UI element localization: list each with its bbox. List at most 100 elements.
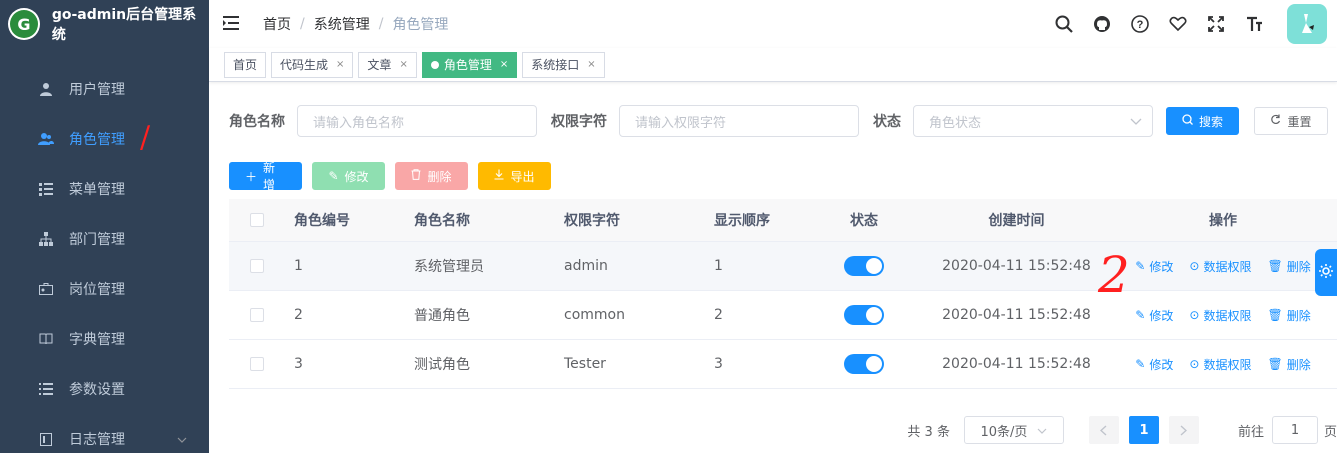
sidebar-item-label: 参数设置	[69, 382, 125, 398]
header-tools: ?	[1045, 0, 1337, 48]
column-header[interactable]: 显示顺序	[714, 210, 804, 230]
status-select[interactable]: 角色状态	[913, 105, 1153, 137]
fullscreen-icon[interactable]	[1197, 16, 1235, 32]
row-checkbox[interactable]	[250, 259, 264, 273]
data-scope-link-label: 数据权限	[1203, 259, 1252, 274]
hamburger-icon[interactable]	[223, 14, 263, 35]
data-scope-link[interactable]: ⊙ 数据权限	[1189, 307, 1251, 324]
breadcrumb-item-system[interactable]: 系统管理	[314, 14, 370, 34]
add-button[interactable]: ＋ 新增	[229, 161, 302, 192]
reset-button[interactable]: 重置	[1254, 107, 1328, 135]
search-button[interactable]: 搜索	[1166, 107, 1239, 135]
role-id: 3	[294, 356, 303, 372]
check-circle-icon: ⊙	[1189, 308, 1200, 322]
page-size-select[interactable]: 10条/页	[963, 416, 1064, 444]
chevron-down-icon	[1037, 423, 1047, 438]
sidebar: G go-admin后台管理系统 用户管理 角色管理 / 菜单管理 部门管理 岗…	[0, 0, 209, 453]
table-row[interactable]: 1 系统管理员 admin 1 2020-04-11 15:52:48 ✎ 修改 …	[229, 242, 1337, 291]
sidebar-item-log[interactable]: 日志管理	[0, 414, 209, 464]
status-cell	[804, 305, 924, 325]
delete-link[interactable]: 🗑︎ 删除	[1267, 258, 1310, 275]
breadcrumb-item-home[interactable]: 首页	[263, 14, 291, 34]
table-row[interactable]: 2 普通角色 common 2 2020-04-11 15:52:48 ✎ 修改 …	[229, 291, 1337, 340]
row-actions: ✎ 修改 ⊙ 数据权限 🗑︎ 删除	[1109, 356, 1337, 373]
row-checkbox[interactable]	[250, 308, 264, 322]
next-page-button[interactable]	[1168, 416, 1199, 444]
pagination: 共 3 条 10条/页 1 前往 1 页	[907, 416, 1337, 444]
column-header[interactable]: 权限字符	[564, 210, 714, 230]
close-icon[interactable]: ×	[336, 53, 344, 77]
avatar[interactable]	[1287, 4, 1327, 44]
column-header[interactable]: 状态	[804, 210, 924, 230]
tag-role[interactable]: 角色管理 ×	[421, 51, 518, 78]
export-button[interactable]: 导出	[478, 162, 551, 190]
help-icon[interactable]: ?	[1121, 15, 1159, 33]
status-cell	[804, 354, 924, 374]
role-name-label: 角色名称	[229, 114, 285, 130]
logo-bar[interactable]: G go-admin后台管理系统	[0, 0, 209, 48]
heart-icon[interactable]	[1159, 16, 1197, 32]
status-switch[interactable]	[844, 256, 884, 276]
row-select-cell	[229, 259, 294, 273]
check-circle-icon: ⊙	[1189, 357, 1200, 371]
tag-codegen[interactable]: 代码生成 ×	[271, 51, 354, 78]
role-key: common	[564, 307, 625, 323]
trash-icon: 🗑︎	[1267, 357, 1283, 371]
edit-link[interactable]: ✎ 修改	[1135, 356, 1173, 373]
sidebar-item-post[interactable]: 岗位管理	[0, 264, 209, 314]
search-icon[interactable]	[1045, 15, 1083, 33]
sidebar-item-label: 字典管理	[69, 332, 125, 348]
role-name: 测试角色	[414, 357, 470, 373]
edit-button[interactable]: ✎ 修改	[312, 162, 385, 190]
table-row[interactable]: 3 测试角色 Tester 3 2020-04-11 15:52:48 ✎ 修改 …	[229, 340, 1337, 389]
search-form: 角色名称 请输入角色名称 权限字符 请输入权限字符 状态 角色状态 搜索 重置	[229, 105, 1328, 137]
settings-fab[interactable]	[1315, 249, 1337, 296]
status-switch[interactable]	[844, 305, 884, 325]
sidebar-item-dict[interactable]: 字典管理	[0, 314, 209, 364]
github-icon[interactable]	[1083, 15, 1121, 33]
role-key-input[interactable]: 请输入权限字符	[619, 105, 859, 137]
column-header[interactable]: 角色名称	[414, 210, 564, 230]
font-size-icon[interactable]	[1235, 16, 1273, 32]
column-header[interactable]: 角色编号	[294, 210, 414, 230]
close-icon[interactable]: ×	[587, 53, 595, 77]
data-scope-link[interactable]: ⊙ 数据权限	[1189, 258, 1251, 275]
role-key: Tester	[564, 356, 606, 372]
tag-home[interactable]: 首页	[224, 51, 267, 78]
column-header[interactable]: 创建时间	[924, 210, 1109, 230]
role-name-input[interactable]: 请输入角色名称	[297, 105, 537, 137]
sidebar-item-dept[interactable]: 部门管理	[0, 214, 209, 264]
breadcrumb-separator: /	[300, 16, 305, 32]
edit-link[interactable]: ✎ 修改	[1135, 307, 1173, 324]
role-key: admin	[564, 258, 608, 274]
sidebar-item-config[interactable]: 参数设置	[0, 364, 209, 414]
role-key-placeholder: 请输入权限字符	[635, 115, 727, 131]
role-sort: 3	[714, 356, 723, 372]
breadcrumb-separator: /	[378, 16, 384, 32]
close-icon[interactable]: ×	[500, 53, 508, 77]
delete-link[interactable]: 🗑︎ 删除	[1267, 356, 1310, 373]
sidebar-item-menu[interactable]: 菜单管理	[0, 164, 209, 214]
edit-icon: ✎	[328, 169, 339, 183]
reset-button-label: 重置	[1287, 114, 1312, 129]
data-scope-link[interactable]: ⊙ 数据权限	[1189, 356, 1251, 373]
sidebar-menu: 用户管理 角色管理 / 菜单管理 部门管理 岗位管理 字典管理 参数设置 日志管…	[0, 64, 209, 464]
tag-sysapi[interactable]: 系统接口 ×	[522, 51, 605, 78]
select-all-checkbox[interactable]	[250, 213, 264, 227]
sidebar-item-label: 部门管理	[69, 232, 125, 248]
status-switch[interactable]	[844, 354, 884, 374]
delete-button[interactable]: 删除	[395, 162, 468, 190]
tag-label: 角色管理	[443, 57, 492, 72]
tag-article[interactable]: 文章 ×	[358, 51, 417, 78]
page-number[interactable]: 1	[1128, 416, 1159, 444]
prev-page-button[interactable]	[1088, 416, 1119, 444]
row-checkbox[interactable]	[250, 357, 264, 371]
sidebar-item-user[interactable]: 用户管理	[0, 64, 209, 114]
sidebar-item-role[interactable]: 角色管理 /	[0, 114, 209, 164]
delete-link[interactable]: 🗑︎ 删除	[1267, 307, 1310, 324]
close-icon[interactable]: ×	[399, 53, 407, 77]
app-logo: G	[8, 8, 40, 40]
created-time: 2020-04-11 15:52:48	[942, 307, 1091, 323]
download-icon	[494, 169, 504, 183]
goto-page-input[interactable]: 1	[1271, 416, 1318, 444]
